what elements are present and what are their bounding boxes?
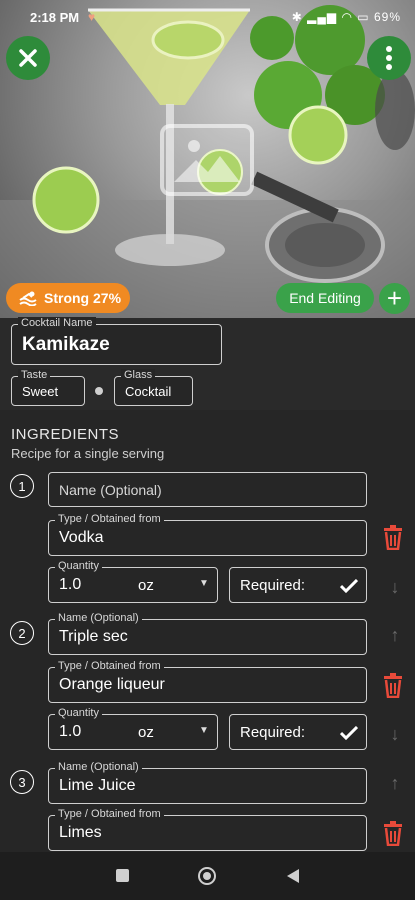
taste-value: Sweet — [22, 384, 59, 399]
glass-label: Glass — [121, 369, 156, 381]
ingredient-1-type-field[interactable]: Type / Obtained from Vodka — [48, 513, 367, 556]
ingredients-subtitle: Recipe for a single serving — [11, 446, 165, 461]
battery-level: 69 — [373, 10, 390, 24]
ingredient-2-required-toggle[interactable]: Required: — [229, 714, 367, 750]
ingredient-2-name-field[interactable]: Name (Optional) Triple sec — [48, 612, 367, 655]
ingredient-2-type-field[interactable]: Type / Obtained from Orange liqueur — [48, 660, 367, 703]
glass-value: Cocktail — [125, 384, 172, 399]
ingredient-2-required-label: Required: — [240, 724, 306, 741]
ingredient-1-quantity-field[interactable]: Quantity 1.0 oz ▼ — [48, 560, 218, 603]
taste-field[interactable]: Taste Sweet — [11, 369, 85, 406]
taste-label: Taste — [18, 369, 51, 381]
ingredient-3-name-value: Lime Juice — [59, 777, 136, 794]
close-button[interactable] — [6, 36, 50, 80]
separator-dot — [95, 387, 103, 395]
recent-apps-icon[interactable] — [116, 869, 129, 882]
image-placeholder-icon[interactable] — [160, 124, 254, 196]
strength-badge[interactable]: Strong 27% — [6, 283, 130, 313]
delete-ingredient-2-icon[interactable] — [382, 672, 404, 698]
signal-icon: ▂▄▆ — [307, 10, 338, 24]
ingredient-1-name-placeholder: Name (Optional) — [59, 482, 162, 498]
ingredient-1-required-toggle[interactable]: Required: — [229, 567, 367, 603]
ingredient-3-name-field[interactable]: Name (Optional) Lime Juice — [48, 761, 367, 804]
ingredient-2-unit[interactable]: oz — [138, 724, 154, 741]
ingredient-2-type-label: Type / Obtained from — [55, 660, 164, 672]
battery-icon: ▭ — [357, 10, 370, 24]
ingredient-1-name-field[interactable]: Name (Optional) — [48, 472, 367, 507]
plus-icon: + — [386, 283, 403, 313]
swim-strength-icon — [19, 291, 37, 306]
move-down-arrow-icon[interactable]: ↓ — [386, 577, 404, 597]
close-icon — [19, 49, 37, 67]
ingredient-1-required-label: Required: — [240, 577, 306, 594]
ingredient-3-type-value: Limes — [59, 824, 102, 841]
back-icon[interactable] — [286, 868, 300, 884]
ingredient-2-quantity-label: Quantity — [55, 707, 102, 719]
image-icon-glyph — [174, 140, 240, 182]
add-button[interactable]: + — [379, 283, 410, 314]
status-time: 2:18 PM — [30, 10, 80, 25]
status-icons: ✱ ▂▄▆ ◠ ▭ 69% — [291, 10, 401, 24]
home-icon[interactable] — [198, 867, 216, 885]
ingredients-title: INGREDIENTS — [11, 426, 120, 443]
ingredient-2-quantity-field[interactable]: Quantity 1.0 oz ▼ — [48, 707, 218, 750]
end-editing-button[interactable]: End Editing — [276, 283, 374, 313]
checkmark-icon — [340, 726, 358, 740]
heart-icon: ♥ — [88, 10, 96, 24]
ingredient-1-quantity-value: 1.0 — [59, 576, 82, 593]
ingredient-2-name-label: Name (Optional) — [55, 612, 142, 624]
ingredient-3-type-field[interactable]: Type / Obtained from Limes — [48, 808, 367, 851]
ingredient-1-type-label: Type / Obtained from — [55, 513, 164, 525]
ingredient-number-1: 1 — [10, 474, 34, 498]
system-navigation-bar — [0, 852, 415, 900]
ingredient-number-3: 3 — [10, 770, 34, 794]
wifi-icon: ◠ — [341, 10, 353, 24]
more-vert-icon — [386, 46, 392, 70]
cocktail-name-label: Cocktail Name — [18, 317, 96, 329]
ingredient-3-name-label: Name (Optional) — [55, 761, 142, 773]
delete-ingredient-1-icon[interactable] — [382, 524, 404, 550]
status-bar: 2:18 PM ♥ ✱ ▂▄▆ ◠ ▭ 69% — [0, 0, 415, 34]
cocktail-name-value: Kamikaze — [22, 334, 110, 355]
ingredient-2-name-value: Triple sec — [59, 628, 128, 645]
bluetooth-icon: ✱ — [291, 10, 303, 24]
move-up-arrow-icon[interactable]: ↑ — [386, 625, 404, 645]
more-options-button[interactable] — [367, 36, 411, 80]
strength-label: Strong 27% — [44, 290, 122, 306]
ingredient-1-unit[interactable]: oz — [138, 577, 154, 594]
end-editing-label: End Editing — [289, 290, 361, 306]
unit-dropdown-icon[interactable]: ▼ — [199, 578, 209, 589]
ingredient-number-2: 2 — [10, 621, 34, 645]
ingredient-2-type-value: Orange liqueur — [59, 676, 165, 693]
glass-field[interactable]: Glass Cocktail — [114, 369, 193, 406]
ingredient-1-type-value: Vodka — [59, 529, 104, 546]
ingredient-1-quantity-label: Quantity — [55, 560, 102, 572]
move-up-arrow-icon[interactable]: ↑ — [386, 773, 404, 793]
checkmark-icon — [340, 579, 358, 593]
delete-ingredient-3-icon[interactable] — [382, 820, 404, 846]
ingredient-2-quantity-value: 1.0 — [59, 723, 82, 740]
unit-dropdown-icon[interactable]: ▼ — [199, 725, 209, 736]
cocktail-name-field[interactable]: Cocktail Name Kamikaze — [11, 317, 222, 365]
move-down-arrow-icon[interactable]: ↓ — [386, 724, 404, 744]
ingredient-3-type-label: Type / Obtained from — [55, 808, 164, 820]
